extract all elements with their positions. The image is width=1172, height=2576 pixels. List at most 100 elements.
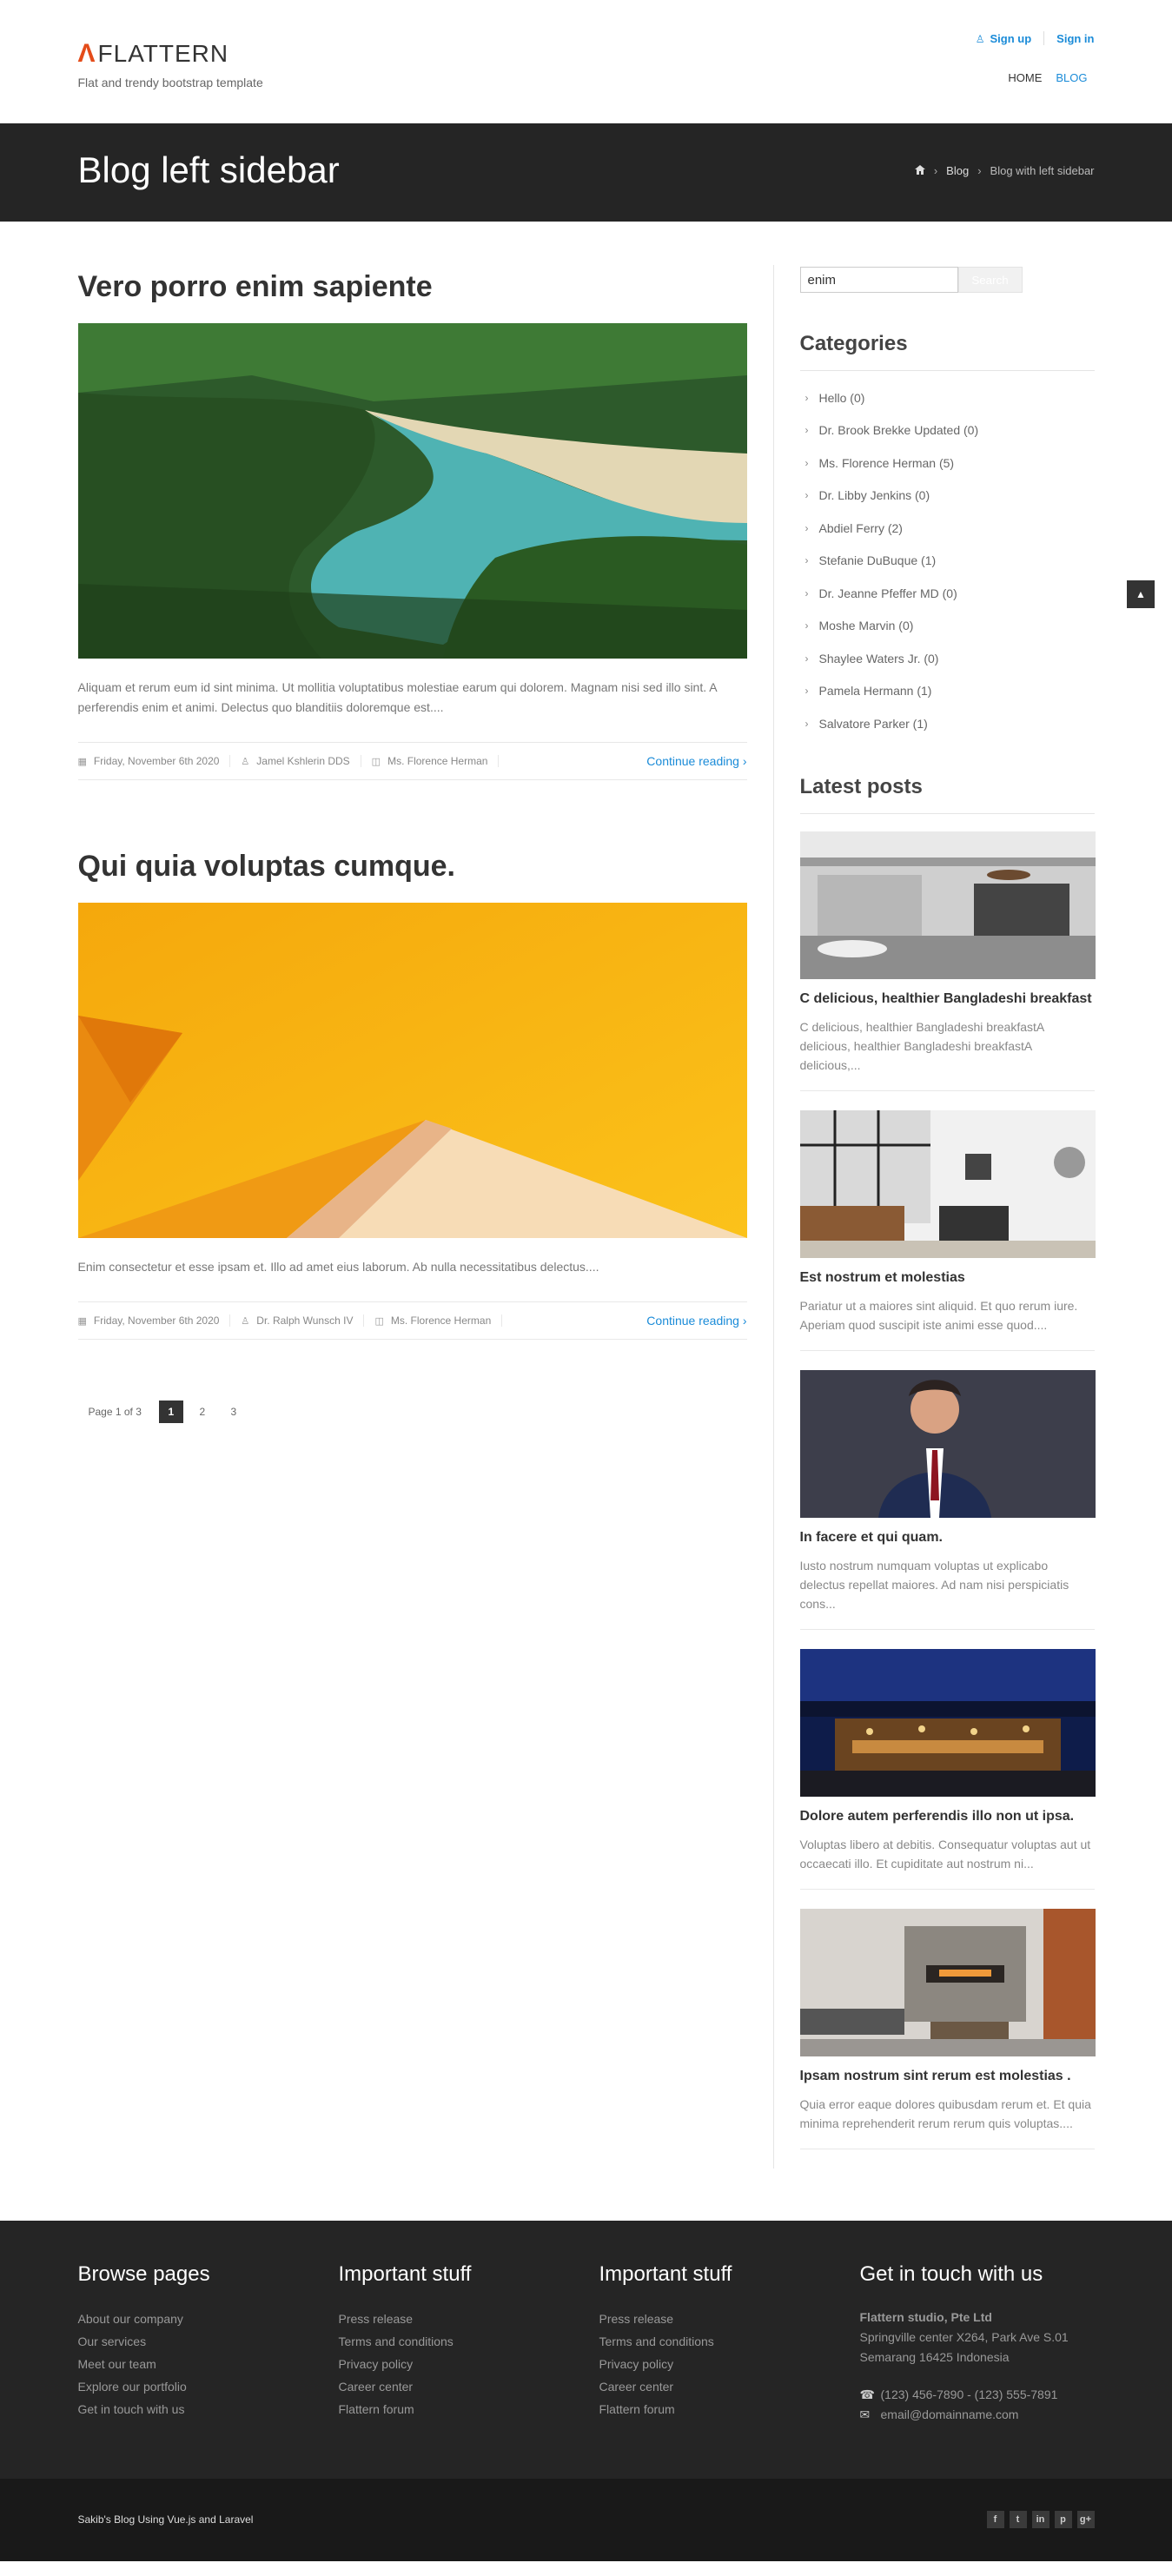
post-date: Friday, November 6th 2020 <box>93 755 220 767</box>
footer-heading: Get in touch with us <box>859 2261 1043 2286</box>
post-image[interactable] <box>77 323 747 659</box>
latest-post-image[interactable] <box>799 1908 1096 2056</box>
page-title: Blog left sidebar <box>77 149 340 190</box>
chevron-right-icon: › <box>805 652 809 665</box>
category-item[interactable]: › Dr. Brook Brekke Updated (0) <box>800 414 1095 447</box>
category-list: › Hello (0) › Dr. Brook Brekke Updated (0)… <box>800 381 1095 740</box>
footer-link[interactable]: Privacy policy <box>339 2353 599 2375</box>
page-header: Blog left sidebar › Blog › Blog with lef… <box>0 123 1172 222</box>
signup-link[interactable]: ♙ Sign up <box>976 32 1031 45</box>
category-item[interactable]: › Salvatore Parker (1) <box>800 707 1095 740</box>
page-2-link[interactable]: 2 <box>190 1401 215 1423</box>
footer-link[interactable]: Get in touch with us <box>78 2398 339 2420</box>
nav-blog[interactable]: BLOG <box>1049 71 1094 84</box>
latest-post-title[interactable]: C delicious, healthier Bangladeshi break… <box>800 991 1095 1007</box>
categories-title: Categories <box>799 332 1095 371</box>
facebook-icon[interactable]: f <box>986 2511 1004 2528</box>
company-name: Flattern studio, Pte Ltd <box>859 2309 992 2324</box>
footer-heading: Browse pages <box>77 2261 210 2286</box>
category-item[interactable]: › Dr. Libby Jenkins (0) <box>800 480 1095 513</box>
footer-link[interactable]: Privacy policy <box>599 2353 860 2375</box>
footer-link[interactable]: Our services <box>78 2330 339 2353</box>
search-input[interactable] <box>799 267 958 293</box>
latest-post-excerpt: C delicious, healthier Bangladeshi break… <box>799 1019 1044 1072</box>
folder-icon: ◫ <box>374 1315 384 1327</box>
email-link[interactable]: email@domainname.com <box>881 2405 1019 2425</box>
footer-link[interactable]: Career center <box>339 2375 599 2398</box>
breadcrumb-blog[interactable]: Blog <box>946 164 969 177</box>
scroll-to-top-button[interactable]: ▲ <box>1127 580 1155 608</box>
footer-link[interactable]: Press release <box>599 2308 860 2330</box>
footer-link[interactable]: Flattern forum <box>599 2398 860 2420</box>
category-item[interactable]: › Hello (0) <box>800 381 1095 414</box>
address-line-2: Semarang 16425 Indonesia <box>859 2349 1010 2364</box>
envelope-icon: ✉ <box>859 2407 871 2421</box>
post-author[interactable]: Dr. Ralph Wunsch IV <box>256 1314 353 1327</box>
latest-post-title[interactable]: Dolore autem perferendis illo non ut ips… <box>800 1809 1095 1824</box>
brand-tagline: Flat and trendy bootstrap template <box>77 76 263 89</box>
latest-post-title[interactable]: In facere et qui quam. <box>800 1530 1095 1546</box>
post-author[interactable]: Jamel Kshlerin DDS <box>256 755 349 767</box>
latest-post-title[interactable]: Est nostrum et molestias <box>800 1270 1095 1286</box>
post-category[interactable]: Ms. Florence Herman <box>387 755 487 767</box>
category-item[interactable]: › Ms. Florence Herman (5) <box>800 447 1095 480</box>
chevron-right-icon: › <box>933 164 938 177</box>
category-item[interactable]: › Moshe Marvin (0) <box>800 610 1095 643</box>
pagination-label: Page 1 of 3 <box>88 1406 142 1418</box>
footer-link[interactable]: About our company <box>78 2308 339 2330</box>
post-meta: ▦ Friday, November 6th 2020 ♙ Dr. Ralph Wu… <box>77 1301 747 1340</box>
logo-mark: Λ <box>77 39 96 68</box>
page-3-link[interactable]: 3 <box>222 1401 246 1423</box>
category-item[interactable]: › Abdiel Ferry (2) <box>800 512 1095 545</box>
signin-link[interactable]: Sign in <box>1056 32 1094 45</box>
post-title[interactable]: Vero porro enim sapiente <box>78 270 747 304</box>
latest-post-excerpt: Voluptas libero at debitis. Consequatur … <box>799 1837 1091 1871</box>
latest-posts-title: Latest posts <box>799 775 1095 814</box>
category-item[interactable]: › Dr. Jeanne Pfeffer MD (0) <box>800 577 1095 610</box>
footer-link[interactable]: Flattern forum <box>339 2398 599 2420</box>
post-excerpt: Enim consectetur et esse ipsam et. Illo … <box>77 1260 599 1274</box>
logo[interactable]: Λ FLATTERN Flat and trendy bootstrap tem… <box>78 39 263 89</box>
latest-post-image[interactable] <box>799 1369 1096 1518</box>
page-1-link[interactable]: 1 <box>158 1401 183 1423</box>
footer-browse: Browse pages About our company Our servi… <box>78 2262 339 2425</box>
footer-contact: Get in touch with us Flattern studio, Pt… <box>860 2262 1095 2425</box>
footer-link[interactable]: Terms and conditions <box>599 2330 860 2353</box>
google-plus-icon[interactable]: g+ <box>1076 2511 1095 2528</box>
twitter-icon[interactable]: t <box>1009 2511 1027 2528</box>
post-title[interactable]: Qui quia voluptas cumque. <box>78 850 747 884</box>
footer-important-1: Important stuff Press release Terms and … <box>339 2262 599 2425</box>
search-form: Search <box>799 267 1095 293</box>
footer-link[interactable]: Explore our portfolio <box>78 2375 339 2398</box>
home-icon[interactable] <box>914 164 925 177</box>
footer-link[interactable]: Meet our team <box>78 2353 339 2375</box>
chevron-right-icon: › <box>805 619 809 632</box>
divider <box>1043 31 1045 45</box>
search-button[interactable]: Search <box>957 267 1023 293</box>
footer-heading: Important stuff <box>338 2261 472 2286</box>
site-header: Λ FLATTERN Flat and trendy bootstrap tem… <box>0 0 1172 222</box>
calendar-icon: ▦ <box>77 756 87 767</box>
pinterest-icon[interactable]: p <box>1054 2511 1072 2528</box>
chevron-right-icon: › <box>805 586 809 599</box>
latest-post-title[interactable]: Ipsam nostrum sint rerum est molestias . <box>800 2069 1095 2084</box>
category-item[interactable]: › Stefanie DuBuque (1) <box>800 545 1095 578</box>
post-image[interactable] <box>77 903 747 1238</box>
latest-post-image[interactable] <box>799 1648 1096 1797</box>
post-category[interactable]: Ms. Florence Herman <box>391 1314 491 1327</box>
category-item[interactable]: › Pamela Hermann (1) <box>800 675 1095 708</box>
folder-icon: ◫ <box>371 756 381 767</box>
linkedin-icon[interactable]: in <box>1031 2511 1050 2528</box>
latest-post-image[interactable] <box>799 1109 1096 1258</box>
nav-home[interactable]: HOME <box>1001 71 1049 84</box>
footer-link[interactable]: Terms and conditions <box>339 2330 599 2353</box>
latest-post-image[interactable] <box>799 831 1096 979</box>
continue-reading-link[interactable]: Continue reading › <box>646 754 746 768</box>
footer-link[interactable]: Career center <box>599 2375 860 2398</box>
footer-heading: Important stuff <box>599 2261 732 2286</box>
chevron-right-icon: › <box>805 717 809 730</box>
category-item[interactable]: › Shaylee Waters Jr. (0) <box>800 642 1095 675</box>
continue-reading-link[interactable]: Continue reading › <box>646 1314 746 1328</box>
latest-post: C delicious, healthier Bangladeshi break… <box>799 831 1096 1091</box>
footer-link[interactable]: Press release <box>339 2308 599 2330</box>
